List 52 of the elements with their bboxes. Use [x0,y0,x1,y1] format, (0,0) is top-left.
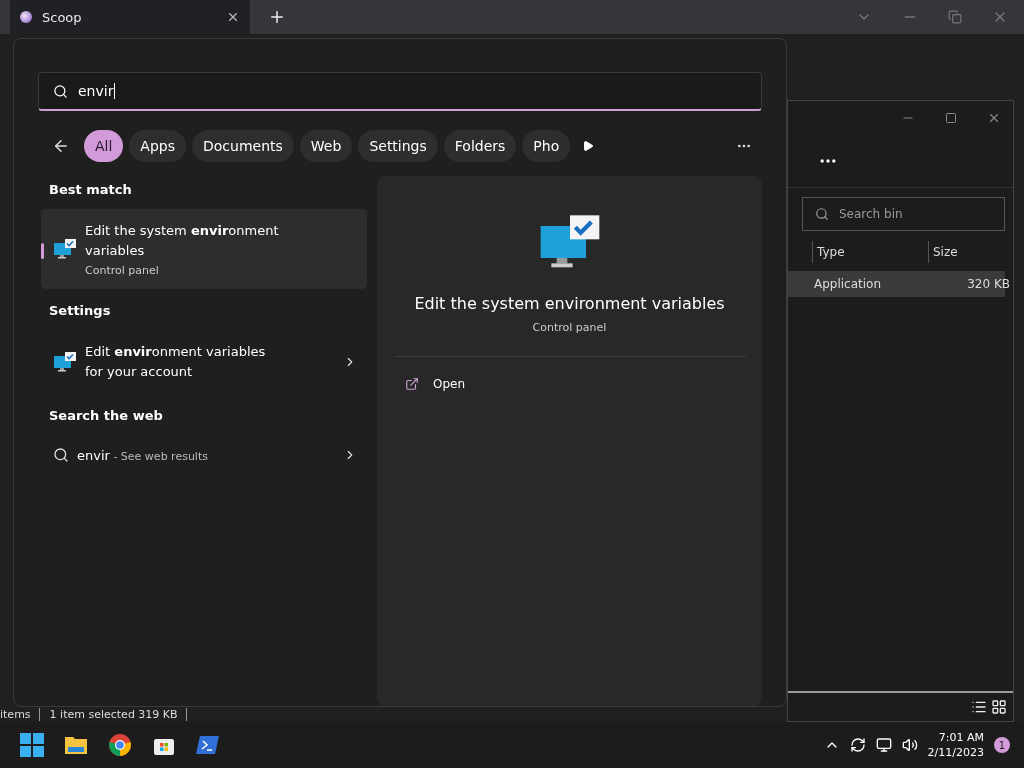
column-header[interactable]: Type [812,241,928,263]
filter-tab[interactable]: Folders [443,130,517,162]
restore-icon[interactable] [948,10,962,24]
result-subtitle: Control panel [85,264,160,277]
web-result-text: envir - See web results [77,447,209,463]
speaker-icon[interactable] [901,737,918,753]
clock-time[interactable]: 7:01 AM [938,731,984,744]
close-icon[interactable] [226,10,240,24]
search-result[interactable]: Edit environment variables for your account [41,330,367,394]
table-cell-text: Application [814,277,883,291]
status-text: items [0,708,40,721]
clock-date[interactable]: 2/11/2023 [927,746,984,759]
filter-tab[interactable]: Documents [192,130,294,162]
search-icon [53,447,69,463]
section-heading: Best match [48,181,133,199]
search-result[interactable]: Edit the system environment variables Control panel [41,209,367,289]
notification-badge[interactable]: 1 [994,737,1010,753]
search-field[interactable]: envir [38,72,762,111]
windows-logo-icon[interactable] [20,733,44,757]
computer-check-icon [53,350,77,374]
preview-title: Edit the system environment variables [414,294,725,313]
search-result[interactable]: envir - See web results [41,435,367,475]
search-icon [815,207,829,221]
play-icon[interactable] [582,140,595,152]
open-action[interactable]: Open [433,377,466,391]
new-tab-button[interactable] [268,8,286,26]
terminal-icon[interactable] [196,733,220,757]
tiles-view-icon[interactable] [991,699,1007,715]
filter-tab[interactable]: Settings [358,130,438,162]
maximize-icon[interactable] [945,112,957,124]
details-view-icon[interactable] [971,699,987,715]
search-icon [53,83,68,99]
filter-tab[interactable]: Apps [129,130,186,162]
filter-tab[interactable]: Pho [522,130,571,162]
preview-subtitle: Control panel [532,321,607,334]
sync-icon[interactable] [849,737,866,753]
result-title: Edit environment variables for your account [85,343,267,381]
site-icon [20,11,32,23]
column-header[interactable]: Size [928,241,1004,263]
section-heading: Search the web [48,407,164,425]
section-heading: Settings [48,302,112,320]
tab-title: Scoop [42,9,83,25]
filter-tab[interactable]: All [84,130,124,162]
browser-tab[interactable]: Scoop [10,0,250,34]
filter-tab[interactable]: Web [299,130,353,162]
open-external-icon [405,377,419,391]
browser-icon[interactable] [108,733,132,757]
close-icon[interactable] [987,111,1001,125]
result-title: Edit the system environment variables [85,222,280,260]
status-text: 1 item selected 319 KB [49,708,187,721]
computer-check-icon [53,237,77,261]
search-field[interactable]: Search bin [802,197,1005,231]
